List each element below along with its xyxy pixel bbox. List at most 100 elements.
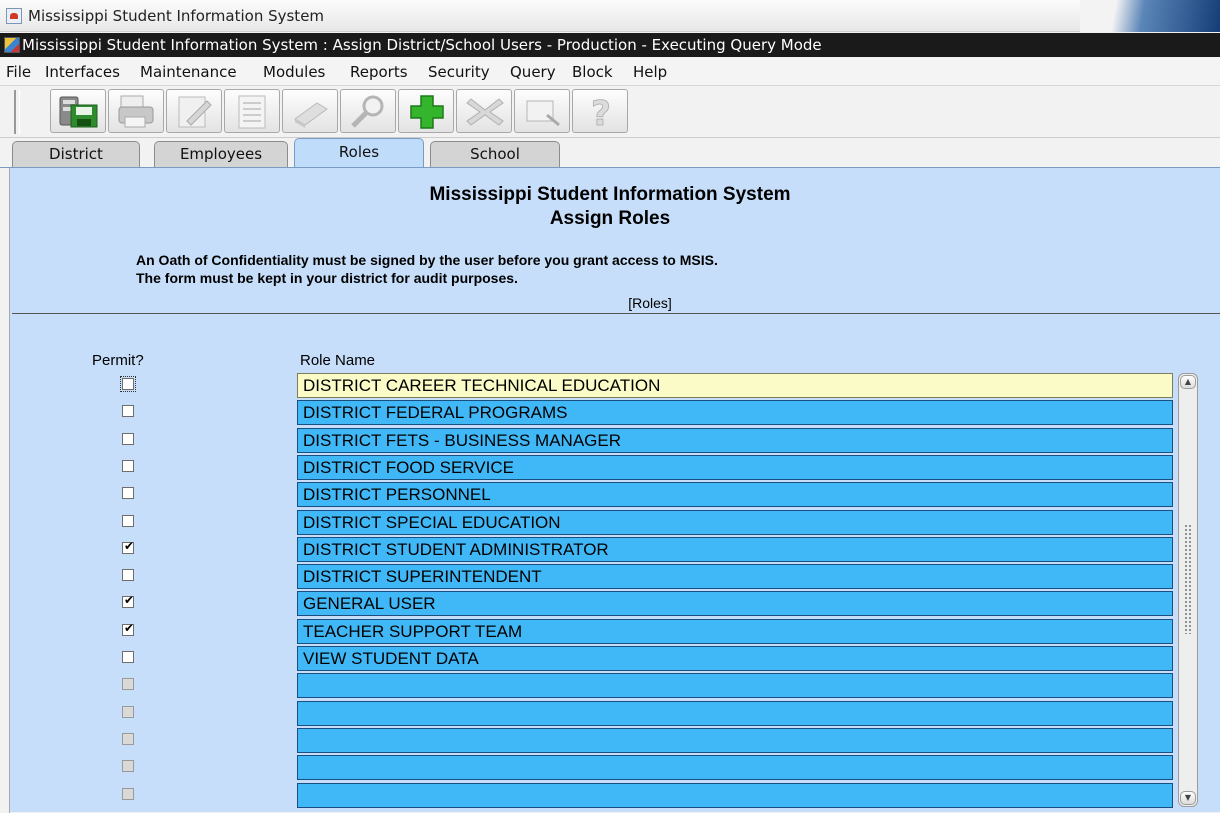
form-titlebar: Mississippi Student Information System :…	[0, 33, 1220, 57]
permit-checkbox[interactable]	[122, 732, 134, 745]
table-row	[0, 755, 1220, 781]
role-name-field[interactable]: DISTRICT CAREER TECHNICAL EDUCATION	[297, 373, 1173, 398]
menu-help[interactable]: Help	[633, 63, 667, 81]
exit-button[interactable]	[514, 89, 570, 133]
toolbar: ?	[0, 86, 1220, 138]
menu-file[interactable]: File	[6, 63, 31, 81]
permit-checkbox[interactable]	[122, 569, 134, 582]
permit-checkbox[interactable]: ✔	[122, 620, 135, 636]
help-button[interactable]: ?	[572, 89, 628, 133]
tab-district[interactable]: District	[12, 141, 140, 167]
role-name-field[interactable]	[297, 727, 1173, 753]
table-row: VIEW STUDENT DATA	[0, 646, 1220, 671]
permit-checkbox[interactable]	[122, 405, 134, 418]
confidentiality-notice: An Oath of Confidentiality must be signe…	[136, 252, 718, 268]
menu-maintenance[interactable]: Maintenance	[140, 63, 237, 81]
outer-window-title: Mississippi Student Information System	[28, 7, 325, 25]
permit-checkbox[interactable]	[122, 459, 134, 472]
role-name-column-header: Role Name	[300, 352, 376, 369]
permit-checkbox[interactable]	[122, 705, 134, 718]
tab-school[interactable]: School	[430, 141, 560, 167]
roles-panel: Mississippi Student Information System A…	[0, 167, 1220, 813]
delete-icon	[466, 98, 504, 126]
add-icon	[410, 95, 444, 129]
edit-icon	[178, 96, 212, 128]
role-name-field[interactable]: VIEW STUDENT DATA	[297, 646, 1173, 671]
menu-reports[interactable]: Reports	[350, 63, 408, 81]
menu-security[interactable]: Security	[428, 63, 490, 81]
print-icon	[118, 95, 154, 128]
edit-button[interactable]	[166, 89, 222, 133]
form-title: Mississippi Student Information System :…	[22, 36, 822, 54]
tab-bar: District Employees Roles School	[0, 138, 1220, 167]
permit-column-header: Permit?	[92, 352, 144, 369]
table-row: DISTRICT PERSONNEL	[0, 482, 1220, 508]
checkmark-icon: ✔	[124, 620, 135, 635]
eraser-icon	[294, 102, 328, 128]
permit-checkbox[interactable]	[122, 787, 134, 800]
search-icon	[351, 95, 384, 128]
table-row	[0, 700, 1220, 726]
permit-checkbox[interactable]: ✔	[122, 593, 135, 609]
role-name-field[interactable]: GENERAL USER	[297, 591, 1173, 617]
permit-checkbox[interactable]	[122, 760, 134, 773]
svg-text:?: ?	[591, 94, 611, 131]
table-row	[0, 782, 1220, 808]
table-row: DISTRICT FEDERAL PROGRAMS	[0, 400, 1220, 426]
scrollbar-grip[interactable]	[1184, 524, 1192, 634]
save-button[interactable]	[50, 89, 106, 133]
role-name-field[interactable]: DISTRICT FOOD SERVICE	[297, 454, 1173, 480]
table-row: DISTRICT SPECIAL EDUCATION	[0, 509, 1220, 535]
help-icon: ?	[591, 94, 612, 132]
titlebar-corner-decoration	[1080, 0, 1220, 32]
role-name-field[interactable]: DISTRICT SPECIAL EDUCATION	[297, 509, 1173, 535]
print-button[interactable]	[108, 89, 164, 133]
delete-button[interactable]	[456, 89, 512, 133]
role-name-field[interactable]	[297, 700, 1173, 726]
permit-checkbox[interactable]	[122, 514, 134, 527]
menu-block[interactable]: Block	[572, 63, 613, 81]
permit-checkbox[interactable]	[122, 487, 134, 500]
role-name-field[interactable]	[297, 673, 1173, 699]
toolbar-grip	[14, 90, 20, 134]
permit-checkbox[interactable]	[122, 432, 134, 445]
role-name-field[interactable]: DISTRICT STUDENT ADMINISTRATOR	[297, 536, 1173, 562]
roles-scrollbar[interactable]: ▲ ▼	[1178, 373, 1198, 807]
checkmark-icon: ✔	[124, 593, 135, 608]
block-label: [Roles]	[628, 295, 672, 311]
page-subtitle: Assign Roles	[549, 208, 671, 229]
role-name-field[interactable]	[297, 755, 1173, 781]
role-name-field[interactable]: TEACHER SUPPORT TEAM	[297, 618, 1173, 644]
role-name-field[interactable]: DISTRICT PERSONNEL	[297, 482, 1173, 508]
java-app-icon	[6, 8, 22, 24]
table-row	[0, 727, 1220, 753]
permit-checkbox[interactable]	[122, 651, 134, 663]
table-row: DISTRICT FOOD SERVICE	[0, 454, 1220, 480]
role-name-field[interactable]: DISTRICT FETS - BUSINESS MANAGER	[297, 427, 1173, 453]
outer-window-titlebar: Mississippi Student Information System	[0, 0, 1220, 32]
scroll-down-arrow-icon[interactable]: ▼	[1180, 791, 1196, 805]
tab-employees[interactable]: Employees	[154, 141, 288, 167]
tab-roles[interactable]: Roles	[294, 138, 424, 167]
role-name-field[interactable]	[297, 782, 1173, 808]
table-row	[0, 673, 1220, 699]
menu-query[interactable]: Query	[510, 63, 556, 81]
role-name-field[interactable]: DISTRICT FEDERAL PROGRAMS	[297, 400, 1173, 426]
page-title: Mississippi Student Information System	[429, 184, 791, 205]
scroll-up-arrow-icon[interactable]: ▲	[1180, 375, 1196, 389]
menu-interfaces[interactable]: Interfaces	[45, 63, 120, 81]
permit-checkbox[interactable]	[122, 678, 134, 691]
role-name-field[interactable]: DISTRICT SUPERINTENDENT	[297, 564, 1173, 590]
table-row: ✔ TEACHER SUPPORT TEAM	[0, 618, 1220, 644]
document-button[interactable]	[224, 89, 280, 133]
permit-checkbox[interactable]: ✔	[122, 539, 134, 554]
eraser-button[interactable]	[282, 89, 338, 133]
search-button[interactable]	[340, 89, 396, 133]
table-row: DISTRICT SUPERINTENDENT	[0, 564, 1220, 590]
menu-modules[interactable]: Modules	[263, 63, 325, 81]
menu-bar: File Interfaces Maintenance Modules Repo…	[0, 58, 1220, 86]
permit-checkbox[interactable]	[120, 376, 136, 392]
add-button[interactable]	[398, 89, 454, 133]
exit-icon	[526, 100, 560, 127]
table-row: DISTRICT FETS - BUSINESS MANAGER	[0, 427, 1220, 453]
